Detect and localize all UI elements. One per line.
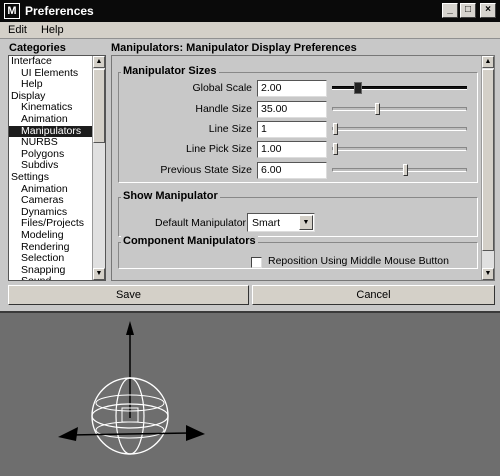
sphere-latitude-lower bbox=[95, 421, 165, 439]
category-item[interactable]: Kinematics bbox=[9, 102, 93, 114]
category-item[interactable]: Manipulators bbox=[9, 125, 93, 138]
minimize-button[interactable]: _ bbox=[442, 3, 458, 18]
size-value-field[interactable]: 2.00 bbox=[257, 80, 327, 97]
y-axis-arrow-icon bbox=[126, 321, 134, 335]
manipulator-sizes-group: Manipulator Sizes Global Scale 2.00 Handle… bbox=[118, 65, 478, 183]
size-value-field[interactable]: 1.00 bbox=[257, 141, 327, 158]
scroll-up-arrow-icon[interactable]: ▲ bbox=[482, 56, 494, 68]
categories-scrollbar[interactable]: ▲ ▼ bbox=[92, 56, 105, 280]
size-row-label: Line Pick Size bbox=[186, 143, 252, 155]
category-item[interactable]: Snapping bbox=[9, 265, 93, 277]
show-manipulator-title: Show Manipulator bbox=[121, 190, 220, 202]
size-value-field[interactable]: 35.00 bbox=[257, 101, 327, 118]
x-axis-left-arrow-icon bbox=[58, 427, 78, 441]
scroll-down-arrow-icon[interactable]: ▼ bbox=[93, 268, 105, 280]
save-button[interactable]: Save bbox=[8, 285, 249, 305]
slider-thumb[interactable] bbox=[403, 164, 408, 176]
manipulator-sphere-graphic bbox=[58, 321, 205, 455]
categories-title: Categories bbox=[9, 42, 66, 54]
size-slider[interactable] bbox=[332, 82, 467, 94]
window-title: Preferences bbox=[25, 4, 94, 18]
scroll-down-arrow-icon[interactable]: ▼ bbox=[482, 268, 494, 280]
scroll-up-arrow-icon[interactable]: ▲ bbox=[93, 56, 105, 68]
menu-bar: Edit Help bbox=[0, 22, 500, 39]
component-manipulators-title: Component Manipulators bbox=[121, 235, 258, 247]
categories-list: Interface UI Elements Help Display Kinematic… bbox=[8, 55, 106, 281]
category-item[interactable]: Subdivs bbox=[9, 160, 93, 172]
category-item[interactable]: Dynamics bbox=[9, 207, 93, 219]
category-item[interactable]: Animation bbox=[9, 184, 93, 196]
size-slider[interactable] bbox=[332, 164, 467, 176]
x-axis-handle bbox=[69, 432, 191, 436]
size-row-label: Global Scale bbox=[192, 82, 252, 94]
slider-thumb[interactable] bbox=[333, 123, 338, 135]
window-controls: _ □ × bbox=[442, 3, 496, 18]
slider-thumb[interactable] bbox=[333, 143, 338, 155]
scroll-thumb[interactable] bbox=[93, 69, 105, 143]
category-item[interactable]: Interface bbox=[9, 56, 93, 68]
category-item[interactable]: Modeling bbox=[9, 230, 93, 242]
3d-viewport[interactable] bbox=[0, 311, 500, 476]
size-row: Line Size 1 bbox=[119, 121, 477, 138]
settings-scrollbar[interactable]: ▲ ▼ bbox=[481, 56, 494, 280]
size-slider[interactable] bbox=[332, 103, 467, 115]
preferences-dialog: Categories Interface UI Elements Help Displ… bbox=[0, 39, 500, 311]
category-item[interactable]: Sound bbox=[9, 276, 93, 280]
size-row: Global Scale 2.00 bbox=[119, 80, 477, 97]
maya-app-icon: M bbox=[4, 3, 20, 19]
category-item[interactable]: Files/Projects bbox=[9, 218, 93, 230]
default-manipulator-dropdown[interactable]: Smart ▼ bbox=[247, 213, 315, 232]
size-row: Previous State Size 6.00 bbox=[119, 162, 477, 179]
size-value-field[interactable]: 1 bbox=[257, 121, 327, 138]
category-item[interactable]: Rendering bbox=[9, 242, 93, 254]
maximize-button[interactable]: □ bbox=[460, 3, 476, 18]
dropdown-arrow-icon[interactable]: ▼ bbox=[299, 215, 313, 230]
category-item[interactable]: Animation bbox=[9, 114, 93, 126]
reposition-checkbox-label[interactable]: Reposition Using Middle Mouse Button bbox=[268, 255, 449, 267]
size-row-label: Previous State Size bbox=[160, 164, 252, 176]
menu-edit[interactable]: Edit bbox=[0, 24, 33, 36]
cancel-button[interactable]: Cancel bbox=[252, 285, 495, 305]
size-slider[interactable] bbox=[332, 143, 467, 155]
category-item[interactable]: Selection bbox=[9, 253, 93, 265]
panel-title: Manipulators: Manipulator Display Prefer… bbox=[111, 42, 357, 54]
size-slider[interactable] bbox=[332, 123, 467, 135]
default-manipulator-value: Smart bbox=[252, 217, 281, 229]
slider-thumb[interactable] bbox=[375, 103, 380, 115]
category-item[interactable]: Display bbox=[9, 91, 93, 103]
category-item[interactable]: Help bbox=[9, 79, 93, 91]
categories-items: Interface UI Elements Help Display Kinematic… bbox=[9, 56, 93, 280]
manipulator-sizes-title: Manipulator Sizes bbox=[121, 65, 219, 77]
component-manipulators-group: Component Manipulators Reposition Using … bbox=[118, 235, 478, 269]
close-button[interactable]: × bbox=[480, 3, 496, 18]
size-row-label: Line Size bbox=[208, 123, 252, 135]
scroll-thumb[interactable] bbox=[482, 69, 494, 251]
reposition-checkbox[interactable] bbox=[251, 257, 262, 268]
category-item[interactable]: NURBS bbox=[9, 137, 93, 149]
settings-pane: Manipulator Sizes Global Scale 2.00 Handle… bbox=[111, 55, 495, 281]
slider-thumb[interactable] bbox=[354, 82, 362, 94]
default-manipulator-label: Default Manipulator bbox=[155, 217, 247, 229]
category-item[interactable]: Cameras bbox=[9, 195, 93, 207]
x-axis-right-arrow-icon bbox=[186, 425, 205, 441]
menu-help[interactable]: Help bbox=[33, 24, 70, 36]
show-manipulator-group: Show Manipulator Default Manipulator Sma… bbox=[118, 190, 478, 237]
title-bar: M Preferences _ □ × bbox=[0, 0, 500, 22]
size-row-label: Handle Size bbox=[195, 103, 252, 115]
size-row: Handle Size 35.00 bbox=[119, 101, 477, 118]
size-row: Line Pick Size 1.00 bbox=[119, 141, 477, 158]
size-value-field[interactable]: 6.00 bbox=[257, 162, 327, 179]
category-item[interactable]: Polygons bbox=[9, 149, 93, 161]
category-item[interactable]: Settings bbox=[9, 172, 93, 184]
category-item[interactable]: UI Elements bbox=[9, 68, 93, 80]
